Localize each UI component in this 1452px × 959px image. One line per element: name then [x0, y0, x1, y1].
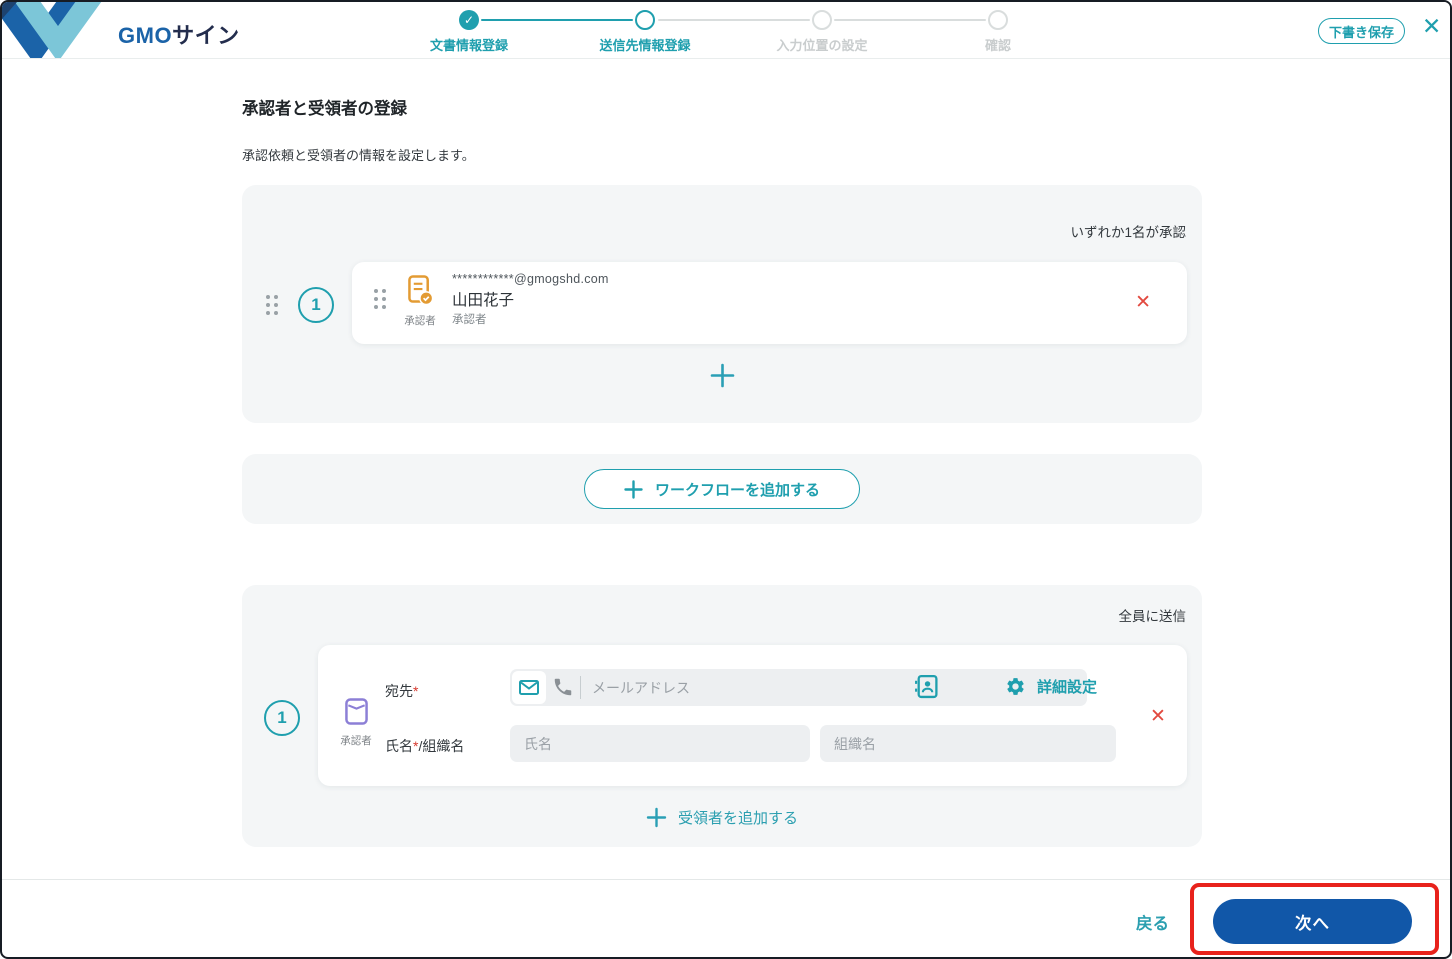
step-upcoming-circle [812, 10, 832, 30]
brand-sign: サイン [172, 23, 240, 48]
plus-icon [646, 807, 667, 828]
organization-input[interactable] [820, 725, 1116, 762]
app-window: GMOサイン ✓ 文書情報登録 送信先情報登録 入力位置の設定 確認 下書き保存… [0, 0, 1452, 959]
page-subtitle: 承認依頼と受領者の情報を設定します。 [242, 148, 475, 163]
progress-stepper: ✓ 文書情報登録 送信先情報登録 入力位置の設定 確認 [381, 10, 1087, 56]
address-book-icon[interactable] [914, 674, 939, 704]
step-upcoming-circle [988, 10, 1008, 30]
step-label: 確認 [984, 38, 1011, 53]
approver-icon-label: 承認者 [404, 315, 436, 327]
add-workflow-button[interactable]: ワークフローを追加する [584, 469, 860, 509]
add-workflow-label: ワークフローを追加する [654, 481, 820, 499]
add-approver-button[interactable] [242, 362, 1202, 394]
email-input[interactable] [590, 669, 1070, 706]
approver-email: ************@gmogshd.com [452, 272, 609, 286]
step-current-circle [635, 10, 655, 30]
remove-approver-icon[interactable]: ✕ [1135, 293, 1151, 312]
footer-divider [2, 879, 1450, 880]
recipient-icon-block: 承認者 [330, 698, 382, 748]
name-input[interactable] [510, 725, 810, 762]
step-label: 入力位置の設定 [776, 38, 868, 53]
recipient-icon-label: 承認者 [340, 735, 372, 747]
step-confirm: 確認 [918, 10, 1078, 54]
approver-document-icon [407, 275, 433, 306]
input-divider [580, 676, 581, 699]
phone-icon [554, 678, 572, 696]
step-document-info: ✓ 文書情報登録 [389, 10, 549, 54]
recipients-card: 全員に送信 1 承認者 宛先* メールアドレス 詳細設定 ✕ 氏名*/組織名 氏… [242, 585, 1202, 847]
step-label: 送信先情報登録 [599, 38, 691, 53]
mail-icon [519, 680, 539, 695]
email-input-group [510, 669, 1087, 706]
approver-row: 承認者 ************@gmogshd.com 山田花子 承認者 ✕ [352, 262, 1187, 344]
brand-gmo: GMO [118, 23, 173, 48]
remove-recipient-icon[interactable]: ✕ [1150, 707, 1166, 726]
add-recipient-button[interactable]: 受領者を追加する [242, 807, 1202, 828]
mail-toggle-button[interactable] [512, 671, 546, 704]
plus-icon [710, 363, 734, 388]
step-input-position: 入力位置の設定 [742, 10, 902, 54]
recipient-row: 承認者 宛先* メールアドレス 詳細設定 ✕ 氏名*/組織名 氏名 組織名 [318, 645, 1187, 786]
step-destination-info: 送信先情報登録 [565, 10, 725, 54]
advanced-settings-button[interactable]: 詳細設定 [1005, 676, 1097, 697]
save-draft-button[interactable]: 下書き保存 [1318, 18, 1405, 44]
advanced-settings-label: 詳細設定 [1037, 679, 1098, 696]
to-field-label: 宛先* [385, 683, 419, 699]
step-label: 文書情報登録 [429, 38, 508, 53]
approval-rule-label: いずれか1名が承認 [1070, 225, 1186, 240]
name-org-field-label: 氏名*/組織名 [385, 738, 465, 754]
gear-icon [1007, 678, 1024, 695]
required-mark: * [413, 683, 419, 699]
page-title: 承認者と受領者の登録 [242, 100, 407, 118]
back-button[interactable]: 戻る [1136, 910, 1169, 934]
approver-role: 承認者 [452, 314, 487, 326]
approver-icon-block: 承認者 [394, 275, 446, 328]
recipient-envelope-icon [344, 698, 368, 725]
approval-step-number: 1 [298, 287, 334, 323]
approver-info: ************@gmogshd.com 山田花子 承認者 [452, 273, 609, 327]
next-button[interactable]: 次へ [1213, 899, 1412, 944]
step-done-check-icon: ✓ [459, 10, 479, 30]
phone-toggle-button[interactable] [552, 676, 574, 703]
add-recipient-label: 受領者を追加する [677, 810, 798, 827]
approver-drag-handle[interactable] [374, 289, 386, 309]
recipient-step-number: 1 [264, 700, 300, 736]
workflow-drag-handle[interactable] [266, 295, 278, 315]
top-header: GMOサイン ✓ 文書情報登録 送信先情報登録 入力位置の設定 確認 下書き保存… [2, 2, 1450, 59]
add-workflow-card: ワークフローを追加する [242, 454, 1202, 524]
approval-workflow-card: いずれか1名が承認 1 承認者 ************@gmogshd.com… [242, 185, 1202, 423]
close-icon[interactable]: ✕ [1422, 15, 1441, 38]
gmo-sign-logo-icon [2, 2, 102, 58]
plus-icon [624, 479, 643, 499]
brand-name: GMOサイン [118, 18, 240, 50]
approver-name: 山田花子 [452, 291, 515, 309]
send-rule-label: 全員に送信 [1118, 609, 1187, 624]
